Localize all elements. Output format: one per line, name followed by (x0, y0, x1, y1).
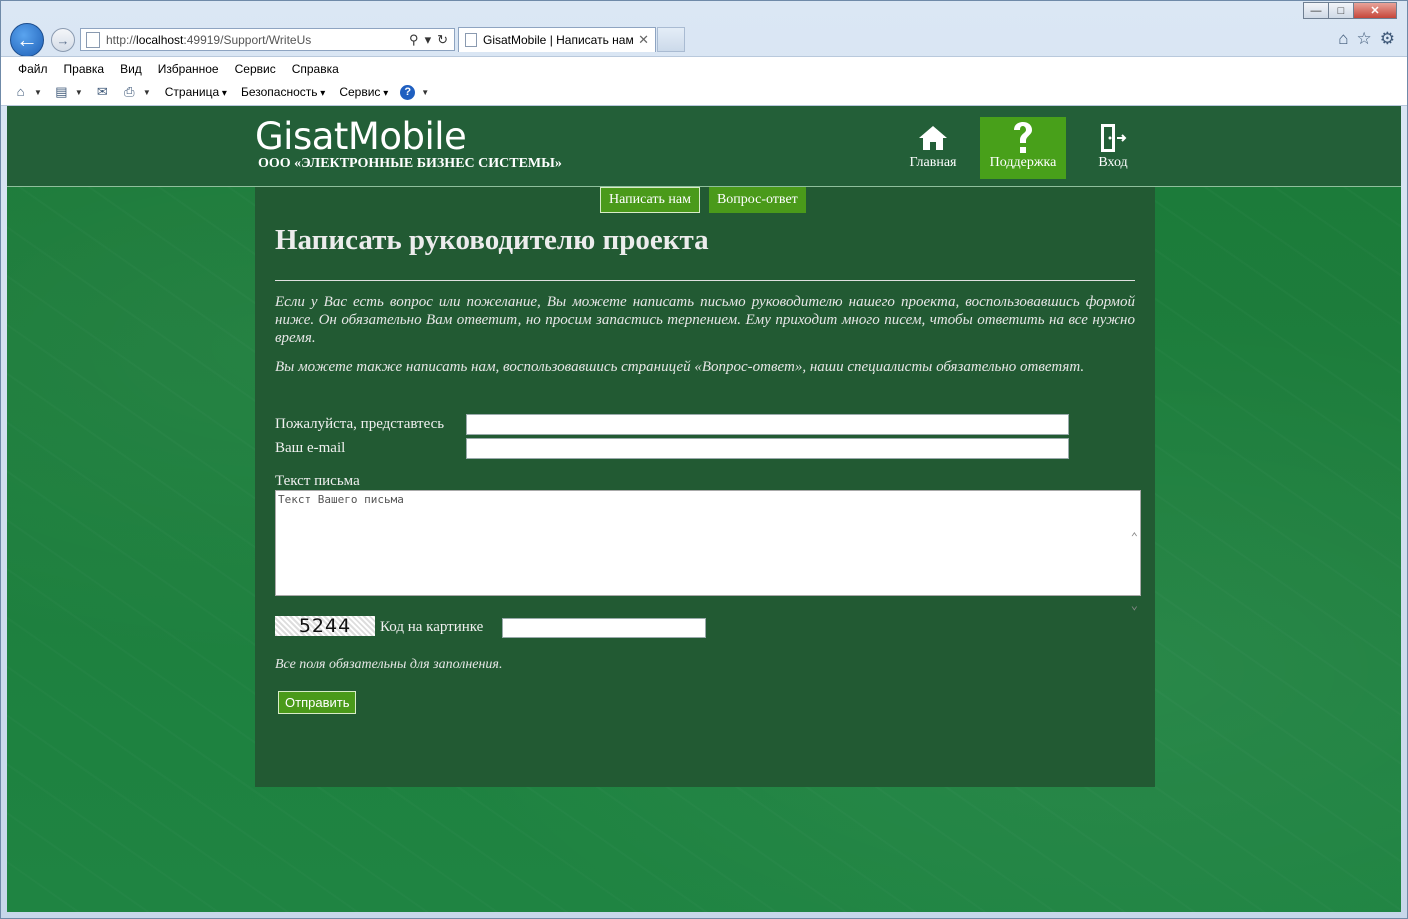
home-icon (918, 121, 948, 155)
nav-login[interactable]: Вход (1070, 117, 1156, 179)
name-input[interactable] (466, 414, 1069, 435)
subnav-faq[interactable]: Вопрос-ответ (708, 187, 806, 213)
address-bar[interactable]: http://localhost:49919/Support/WriteUs ⚲… (80, 28, 455, 51)
navigation-row: ← → http://localhost:49919/Support/Write… (1, 23, 1407, 57)
tab-close-icon[interactable]: ✕ (638, 32, 649, 48)
divider (275, 280, 1135, 281)
nav-login-label: Вход (1098, 155, 1128, 170)
forward-button[interactable]: → (51, 28, 75, 52)
captcha-input[interactable] (502, 618, 706, 638)
name-label: Пожалуйста, представтесь (275, 416, 445, 432)
search-icon[interactable]: ⚲ (409, 32, 419, 48)
gear-icon[interactable]: ⚙ (1380, 29, 1395, 49)
nav-home-label: Главная (909, 155, 957, 170)
subnav-write-us[interactable]: Написать нам (600, 187, 700, 213)
menu-tools[interactable]: Сервис (235, 62, 276, 76)
question-icon (1011, 121, 1035, 155)
top-navigation: Главная Поддержка Вход (890, 117, 1160, 179)
new-tab-button[interactable] (657, 27, 685, 52)
menu-file[interactable]: Файл (18, 62, 48, 76)
tab-title: GisatMobile | Написать нам (483, 33, 634, 47)
printer-icon[interactable]: ⎙ (122, 85, 137, 99)
home-icon[interactable]: ⌂ (13, 85, 28, 99)
chevron-down-icon[interactable]: ▼ (75, 88, 83, 97)
chevron-down-icon[interactable]: ⌄ (1131, 571, 1138, 639)
menu-edit[interactable]: Правка (64, 62, 105, 76)
nav-support[interactable]: Поддержка (980, 117, 1066, 179)
email-label: Ваш e-mail (275, 440, 346, 456)
browser-right-icons: ⌂ ☆ ⚙ (1338, 29, 1395, 49)
browser-window: — □ ✕ ← → http://localhost:49919/Support… (0, 0, 1408, 919)
menu-help[interactable]: Справка (292, 62, 339, 76)
brand-subtitle: ООО «ЭЛЕКТРОННЫЕ БИЗНЕС СИСТЕМЫ» (258, 156, 562, 171)
chevron-up-icon[interactable]: ⌃ (1131, 503, 1138, 571)
cmd-tools[interactable]: Сервис (339, 85, 388, 99)
nav-support-label: Поддержка (989, 155, 1057, 170)
back-button[interactable]: ← (10, 23, 44, 57)
maximize-button[interactable]: □ (1328, 2, 1354, 19)
command-bar: ⌂ ▼ ▤ ▼ ✉ ⎙ ▼ Страница Безопасность Серв… (1, 79, 1407, 106)
page-icon (86, 31, 100, 48)
menu-view[interactable]: Вид (120, 62, 142, 76)
message-label: Текст письма (275, 473, 360, 489)
dropdown-icon[interactable]: ▾ (425, 32, 432, 48)
close-button[interactable]: ✕ (1353, 2, 1397, 19)
message-placeholder: Текст Вашего письма (278, 493, 404, 506)
required-note: Все поля обязательны для заполнения. (275, 657, 503, 672)
refresh-icon[interactable]: ↻ (437, 32, 448, 48)
cmd-page[interactable]: Страница (165, 85, 227, 99)
faq-paragraph: Вы можете также написать нам, воспользов… (275, 359, 1085, 375)
menu-bar: Файл Правка Вид Избранное Сервис Справка (1, 56, 1407, 80)
submit-button[interactable]: Отправить (278, 691, 357, 714)
brand-title: GisatMobile (255, 115, 467, 158)
intro-paragraph: Если у Вас есть вопрос или пожелание, Вы… (275, 294, 1135, 346)
tab-page-icon (465, 33, 477, 47)
minimize-button[interactable]: — (1303, 2, 1329, 19)
captcha-image: 5244 (275, 615, 375, 637)
email-input[interactable] (466, 438, 1069, 459)
page-title: Написать руководителю проекта (275, 224, 709, 256)
chevron-down-icon[interactable]: ▼ (34, 88, 42, 97)
arrow-left-icon: ← (16, 27, 38, 52)
chevron-down-icon[interactable]: ▼ (143, 88, 151, 97)
star-icon[interactable]: ☆ (1357, 29, 1372, 49)
mail-icon[interactable]: ✉ (95, 85, 110, 99)
menu-favorites[interactable]: Избранное (158, 62, 219, 76)
brand[interactable]: GisatMobile ООО «ЭЛЕКТРОННЫЕ БИЗНЕС СИСТ… (255, 116, 562, 172)
nav-home[interactable]: Главная (890, 117, 976, 179)
message-textarea[interactable]: Текст Вашего письма ⌃ ⌄ (275, 490, 1141, 612)
site-header: GisatMobile ООО «ЭЛЕКТРОННЫЕ БИЗНЕС СИСТ… (7, 106, 1401, 187)
browser-tab[interactable]: GisatMobile | Написать нам ✕ (458, 27, 656, 52)
address-icons: ⚲ ▾ ↻ (409, 32, 448, 48)
arrow-right-icon: → (56, 32, 70, 48)
rss-icon[interactable]: ▤ (54, 85, 69, 99)
chevron-down-icon[interactable]: ▼ (421, 88, 429, 97)
window-controls: — □ ✕ (1303, 2, 1397, 19)
login-icon (1099, 121, 1127, 155)
cmd-security[interactable]: Безопасность (241, 85, 325, 99)
textarea-scrollbar[interactable]: ⌃ ⌄ (1131, 503, 1138, 639)
captcha-label: Код на картинке (380, 619, 484, 635)
home-icon[interactable]: ⌂ (1338, 29, 1348, 49)
content-panel: Написать нам Вопрос-ответ Написать руков… (255, 187, 1155, 787)
sub-navigation: Написать нам Вопрос-ответ (600, 187, 806, 213)
page-viewport: GisatMobile ООО «ЭЛЕКТРОННЫЕ БИЗНЕС СИСТ… (7, 106, 1401, 912)
help-icon[interactable]: ? (400, 84, 416, 100)
address-url[interactable]: http://localhost:49919/Support/WriteUs (106, 33, 409, 47)
